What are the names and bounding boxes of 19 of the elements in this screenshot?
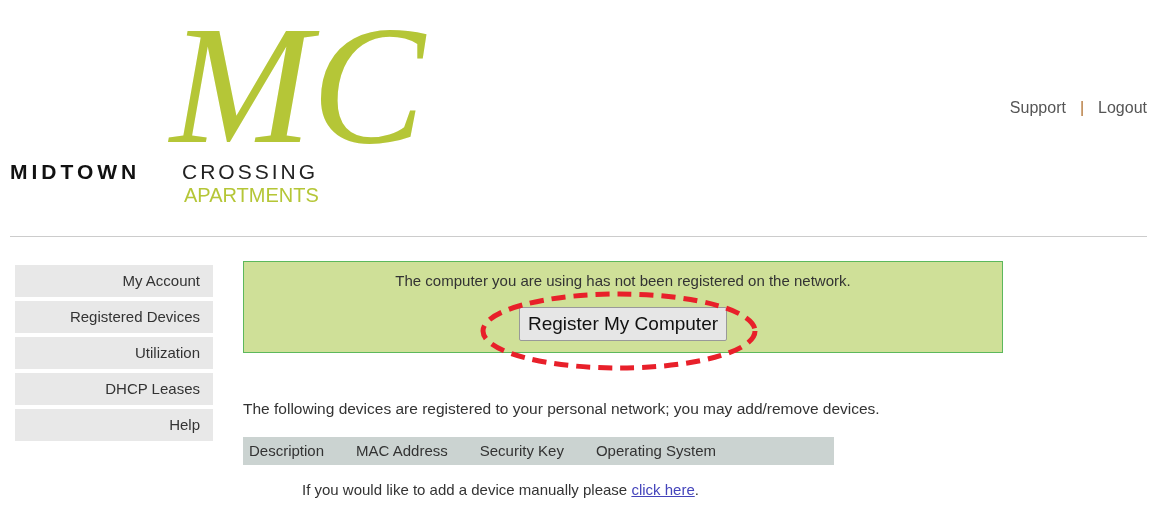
column-header: Operating System [595,441,716,461]
link-separator: | [1079,99,1085,116]
column-header: MAC Address [356,441,448,461]
sidebar-item[interactable]: Utilization [15,337,213,369]
sidebar-item[interactable]: Registered Devices [15,301,213,333]
column-header: Description [249,441,325,461]
header-link[interactable]: Logout [1098,99,1147,116]
logo-name: MIDTOWN [10,159,141,185]
register-button[interactable]: Register My Computer [518,306,728,341]
column-header: Security Key [479,441,564,461]
intro-text: The following devices are registered to your personal network; you may add/remove devices. [243,399,881,419]
add-device-note: If you would like to add a device manually please click here. [302,480,700,501]
header-link[interactable]: Support [1009,99,1066,116]
sidebar-item[interactable]: Help [15,409,213,441]
sidebar-item[interactable]: DHCP Leases [15,373,213,405]
click-here-link[interactable]: click here [631,481,695,499]
sidebar-item[interactable]: My Account [15,265,213,297]
logo-subtitle: APARTMENTS [184,183,319,208]
notice-message: The computer you are using has not been registered on the network. [394,271,852,291]
